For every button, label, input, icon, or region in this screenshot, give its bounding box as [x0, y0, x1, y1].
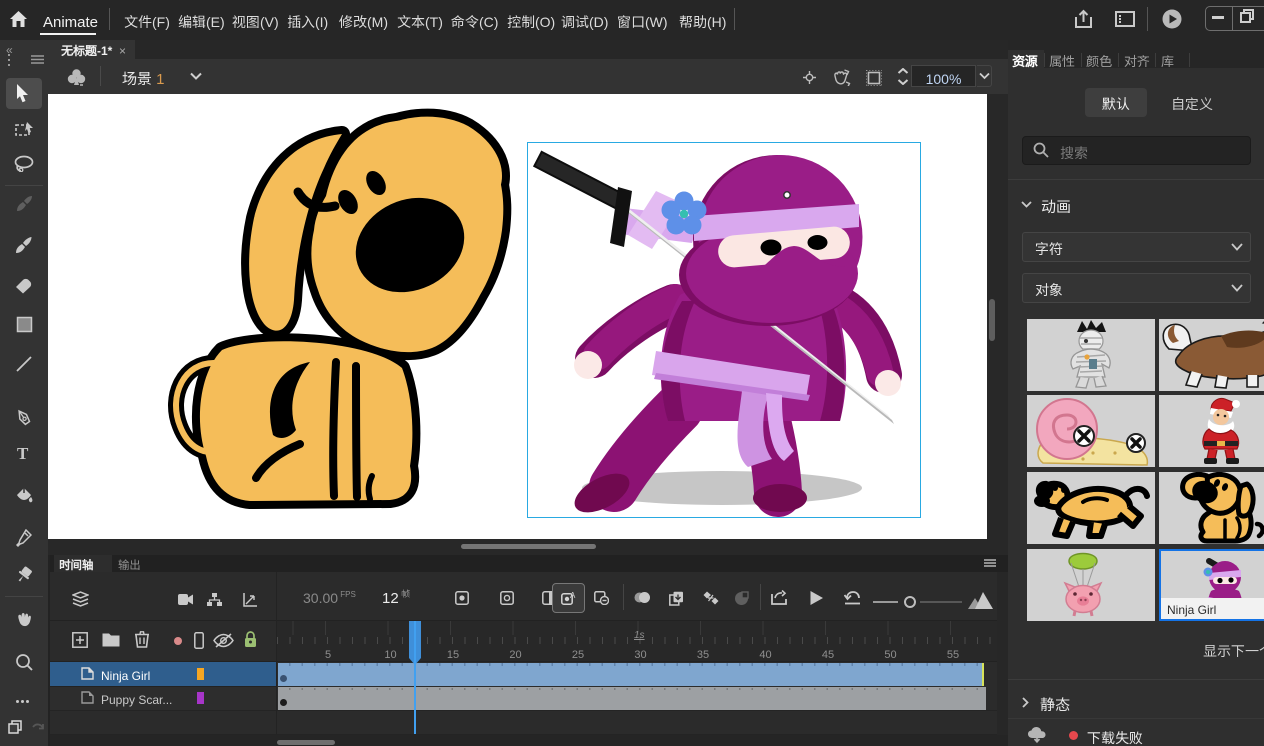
svg-text:A: A: [570, 591, 576, 600]
